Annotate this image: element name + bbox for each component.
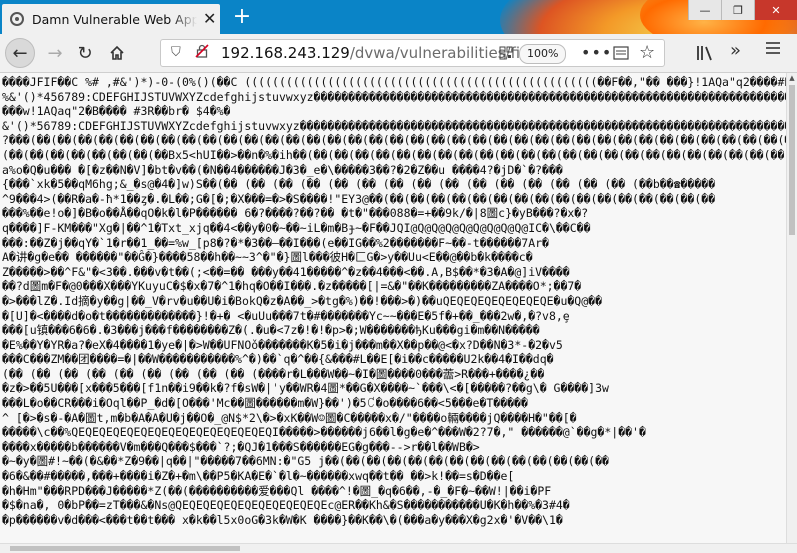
window-controls: — ❐ ✕	[688, 0, 797, 22]
restore-icon[interactable]: ❐	[721, 0, 754, 20]
window-close-icon[interactable]: ✕	[754, 0, 797, 20]
garbled-line: ^9���4>(��R�a�-ħ*1��ȥ�.�L��;G�[�;�X���=�…	[2, 191, 716, 206]
garbled-line: �z�>��5U���[x���5���[f1n��i9��k�?f�sW�|ˈ…	[2, 381, 609, 396]
url-bar[interactable]: ⛉ 192.168.243.129/dvwa/vulnerabilities/f…	[160, 39, 665, 67]
garbled-line: ���:��Z�j��qY�`1�r��1_��=%w_[p8�?�*�3��—…	[2, 235, 549, 250]
garbled-line: �6�&��#�����,���+����i�Z�+�m\��P5�KA�E�`…	[2, 469, 515, 484]
page-actions-dots-icon[interactable]: •••	[581, 43, 612, 62]
vertical-scroll-thumb[interactable]	[789, 85, 795, 235]
minimize-icon[interactable]: —	[688, 0, 721, 20]
garbled-line: (�� (�� (�� (�� (�� (�� (�� (�� (�� (���…	[2, 366, 545, 381]
tab-bar: Damn Vulnerable Web App ✕ + — ❐ ✕	[0, 0, 797, 34]
page-content: ����JFIF��C %# ,#&')*)-0-(0%()(��C (((((…	[0, 73, 786, 543]
tracking-shield-icon[interactable]: ⛉	[171, 45, 181, 60]
garbled-line: %&'()*456789:CDEFGHIJSTUVWXYZcdefghijstu…	[2, 89, 786, 104]
garbled-line: (��(��(��(��(��(��(��(��Bx5<hUI��>��n�%�…	[2, 147, 786, 162]
new-tab-plus-icon[interactable]: +	[230, 4, 254, 30]
garbled-line: �[U]�<����d�o�t�������������}!�+� <�uUu�…	[2, 308, 570, 323]
dvwa-favicon-icon	[10, 12, 24, 26]
garbled-line: ���[u镇���6�6�.�3���j���f��������Z�(.�u�<…	[2, 323, 540, 338]
forward-arrow-icon[interactable]: →	[40, 39, 70, 67]
scroll-up-arrow-icon[interactable]: ▲	[787, 73, 797, 83]
garbled-line: a%o�Q�u��� �[�z��N�V]�bt�v��(�N��4������…	[2, 162, 563, 177]
garbled-line: Z�����>��^F&"�<3��.���v�t��(;<��=�� ���y…	[2, 264, 570, 279]
reload-icon[interactable]: ↻	[70, 39, 100, 67]
hamburger-menu-icon[interactable]	[765, 41, 781, 55]
garbled-line: ���C���ZM��团����=�|��W�����������%^�)��`…	[2, 352, 554, 367]
garbled-line: �>���lZ�.Id摘�y��g|��_V�rv�u��U�i�BokQ�z�…	[2, 293, 603, 308]
garbled-line: ����JFIF��C %# ,#&')*)-0-(0%()(��C (((((…	[2, 75, 786, 89]
garbled-line: ��?d圖m�F�@0���X���YKuyuC�$�x�7�^1�hq�O��…	[2, 279, 582, 294]
garbled-line: q����]F-KM���"Xg�|��^1�Txt_xjq��4<��y�0�…	[2, 220, 591, 235]
garbled-line: �h�Hm"���RPD���J�����*Z(��(����������爱��…	[2, 483, 552, 498]
garbled-line: ?���(��(��(��(��(��(��(��(��(��(��(��(��…	[2, 133, 786, 148]
garbled-line: �~�y�圖#!~��(�&��*Z�9��|q��|"�����7��6MN:…	[2, 454, 609, 469]
garbled-line: ����x�����b������V�m���Q���$���`?;�QJ�1�…	[2, 439, 480, 454]
tab-close-icon[interactable]: ✕	[203, 11, 216, 27]
browser-tab[interactable]: Damn Vulnerable Web App ✕	[2, 4, 220, 34]
overflow-chevrons-icon[interactable]: »	[730, 40, 741, 61]
zoom-level-badge[interactable]: 100%	[519, 44, 567, 64]
bookmark-star-icon[interactable]: ☆	[639, 42, 655, 63]
garbled-line: A�讲�g�e�� ������"��Ĝ�}����58��h��~~3^�"�…	[2, 250, 533, 265]
garbled-line: ���w!1AQaq"2�B���� #3R��br� $4�%�	[2, 104, 231, 119]
garbled-line: ���L�o��CR���i�Oql��P_�d�[O���'Mc��圖����…	[2, 396, 528, 411]
library-icon[interactable]	[696, 44, 714, 62]
url-text[interactable]: 192.168.243.129/dvwa/vulnerabilities/fi/	[221, 44, 525, 62]
url-host: 192.168.243.129	[221, 44, 350, 62]
back-arrow-icon[interactable]: ←	[5, 38, 35, 68]
horizontal-scrollbar[interactable]	[0, 543, 797, 553]
horizontal-scroll-thumb[interactable]	[10, 546, 240, 551]
navigation-toolbar: ← → ↻ ⛉ 192.168.243.129/dvwa/vulnerabili…	[0, 34, 797, 73]
garbled-line: �$�na�, 0�bP��=zT���&�Ns@QEQEQEQEQEQEQEQ…	[2, 498, 570, 513]
garbled-line: �����\c��%QEQEQEQEQEQEQEQEQEQEQEQEQEQEQI…	[2, 425, 646, 440]
vertical-scrollbar[interactable]: ▲	[786, 73, 797, 543]
garbled-line: {���`xk�5��qM6hg;&_�s@�4�]w)S��(�� (�� (…	[2, 177, 716, 192]
reader-view-icon[interactable]	[613, 46, 629, 60]
binary-garbage-text: ����JFIF��C %# ,#&')*)-0-(0%()(��C (((((…	[0, 73, 786, 527]
garbled-line: ���%��e!o�]�B�o��Å��qO�k�l�P������ 6�?��…	[2, 206, 589, 221]
home-icon[interactable]	[102, 39, 132, 67]
insecure-lock-icon[interactable]	[195, 44, 209, 58]
tab-title: Damn Vulnerable Web App	[32, 11, 197, 27]
garbled-line: ^ [�>�s�-�A�圖t,m�b�A�A�U�j��O�_@N$*2\�>�…	[2, 410, 577, 425]
garbled-line: �E%��Y�YR�a?�eX�4����1�ye�|�>W��UFNOǒ���…	[2, 337, 563, 352]
garbled-line: �p������v�d���<���t��t��� x�k��l5x0oG�3k…	[2, 512, 563, 527]
garbled-line: &'()*56789:CDEFGHIJSTUVWXYZcdefghijstuvw…	[2, 118, 786, 133]
qr-code-icon[interactable]	[499, 46, 513, 60]
